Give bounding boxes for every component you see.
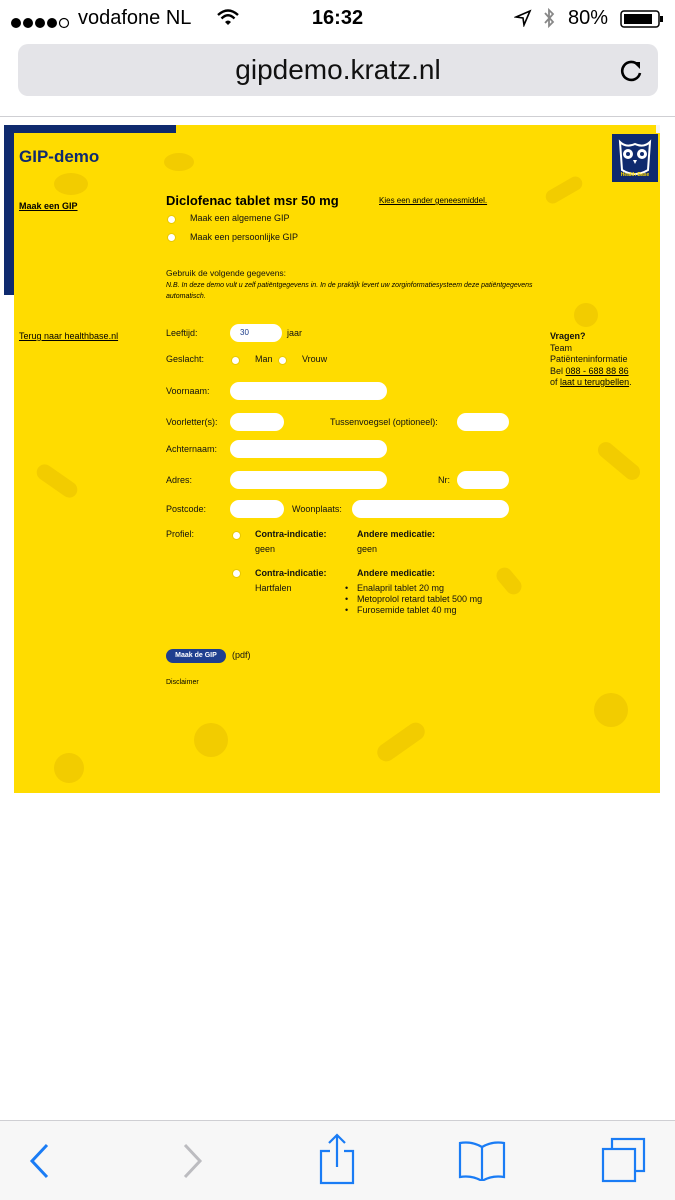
profile-2-med-bullet-1: • xyxy=(345,583,349,593)
location-icon xyxy=(513,9,532,28)
firstname-input[interactable] xyxy=(230,382,387,400)
contact-dot: . xyxy=(629,377,632,387)
age-label: Leeftijd: xyxy=(166,328,198,338)
prefix-label: Tussenvoegsel (optioneel): xyxy=(330,417,438,427)
profile-2-contra-heading: Contra-indicatie: xyxy=(255,568,327,578)
gender-male-radio[interactable] xyxy=(231,356,240,365)
lastname-label: Achternaam: xyxy=(166,444,218,454)
reload-icon[interactable] xyxy=(618,56,644,84)
number-label: Nr: xyxy=(438,475,450,485)
browser-toolbar xyxy=(0,1120,675,1200)
postcode-input[interactable] xyxy=(230,500,284,518)
make-gip-button[interactable]: Maak de GIP xyxy=(166,649,226,663)
forward-icon[interactable] xyxy=(180,1143,204,1179)
content-panel xyxy=(14,133,660,793)
site-title: GIP-demo xyxy=(19,147,100,166)
back-icon[interactable] xyxy=(28,1143,52,1179)
contact-callback[interactable]: laat u terugbellen xyxy=(560,377,629,387)
contact-line1: Team xyxy=(550,343,573,353)
profile-2-med-bullet-2: • xyxy=(345,594,349,604)
logo-text: Health Base xyxy=(620,172,650,178)
gender-female-radio[interactable] xyxy=(278,356,287,365)
drug-name: Diclofenac tablet msr 50 mg xyxy=(166,193,339,208)
nav-back-healthbase[interactable]: Terug naar healthbase.nl xyxy=(19,331,118,341)
web-page: GIP-demo Health Base Maak een GIP Terug … xyxy=(0,117,675,795)
profile-label: Profiel: xyxy=(166,529,195,539)
gender-male-label: Man xyxy=(255,354,273,364)
contact-heading: Vragen? xyxy=(550,331,586,341)
profile-2-med-item-1: Enalapril tablet 20 mg xyxy=(357,583,445,593)
nav-make-gip[interactable]: Maak een GIP xyxy=(19,201,78,211)
battery-icon xyxy=(620,9,664,29)
prefix-input[interactable] xyxy=(457,413,509,431)
profile-2-contra-value: Hartfalen xyxy=(255,583,292,593)
firstname-label: Voornaam: xyxy=(166,386,210,396)
contact-bel: Bel xyxy=(550,366,564,376)
header-yellow-strip xyxy=(176,125,656,133)
tabs-icon[interactable] xyxy=(600,1137,648,1183)
url-text[interactable]: gipdemo.kratz.nl xyxy=(18,44,658,96)
number-input[interactable] xyxy=(457,471,509,489)
age-input[interactable]: 30 xyxy=(230,324,282,342)
profile-2-med-heading: Andere medicatie: xyxy=(357,568,436,578)
city-input[interactable] xyxy=(352,500,509,518)
profile-1-contra-heading: Contra-indicatie: xyxy=(255,529,327,539)
profile-2-med-item-2: Metoprolol retard tablet 500 mg xyxy=(357,594,483,604)
city-label: Woonplaats: xyxy=(292,504,342,514)
address-label: Adres: xyxy=(166,475,193,485)
contact-callback-line: of laat u terugbellen. xyxy=(550,377,632,387)
disclaimer-link[interactable]: Disclaimer xyxy=(166,679,199,686)
intro-note: N.B. In deze demo vult u zelf patiëntgeg… xyxy=(166,282,533,300)
profile-2-med-item-3: Furosemide tablet 40 mg xyxy=(357,605,457,615)
lastname-input[interactable] xyxy=(230,440,387,458)
contact-phone[interactable]: 088 - 688 88 86 xyxy=(566,366,629,376)
gip-general-radio[interactable] xyxy=(167,215,176,224)
profile-1-med-item: geen xyxy=(357,544,378,554)
gender-label: Geslacht: xyxy=(166,354,205,364)
profile-1-radio[interactable] xyxy=(232,531,241,540)
contact-phone-line: Bel 088 - 688 88 86 xyxy=(550,366,629,376)
gip-personal-radio[interactable] xyxy=(167,233,176,242)
address-bar[interactable]: gipdemo.kratz.nl xyxy=(18,44,658,96)
initials-input[interactable] xyxy=(230,413,284,431)
age-unit: jaar xyxy=(287,328,303,338)
gender-female-label: Vrouw xyxy=(302,354,328,364)
intro-heading: Gebruik de volgende gegevens: xyxy=(166,268,287,278)
pdf-suffix: (pdf) xyxy=(232,650,251,660)
address-input[interactable] xyxy=(230,471,387,489)
contact-line2: Patiënteninformatie xyxy=(550,354,628,364)
bookmarks-icon[interactable] xyxy=(458,1139,506,1183)
change-drug-link[interactable]: Kies een ander geneesmiddel. xyxy=(379,196,487,205)
contact-of: of xyxy=(550,377,558,387)
battery-label: 80% xyxy=(568,7,609,29)
gip-personal-label: Maak een persoonlijke GIP xyxy=(190,232,299,242)
postcode-label: Postcode: xyxy=(166,504,207,514)
profile-1-med-heading: Andere medicatie: xyxy=(357,529,436,539)
owl-logo: Health Base xyxy=(612,134,658,182)
profile-1-contra-value: geen xyxy=(255,544,276,554)
status-bar: vodafone NL 16:32 80% xyxy=(0,0,675,38)
share-icon[interactable] xyxy=(318,1133,356,1185)
bluetooth-icon xyxy=(542,7,556,29)
profile-2-radio[interactable] xyxy=(232,569,241,578)
profile-2-med-bullet-3: • xyxy=(345,605,349,615)
gip-general-label: Maak een algemene GIP xyxy=(190,213,290,223)
initials-label: Voorletter(s): xyxy=(166,417,218,427)
